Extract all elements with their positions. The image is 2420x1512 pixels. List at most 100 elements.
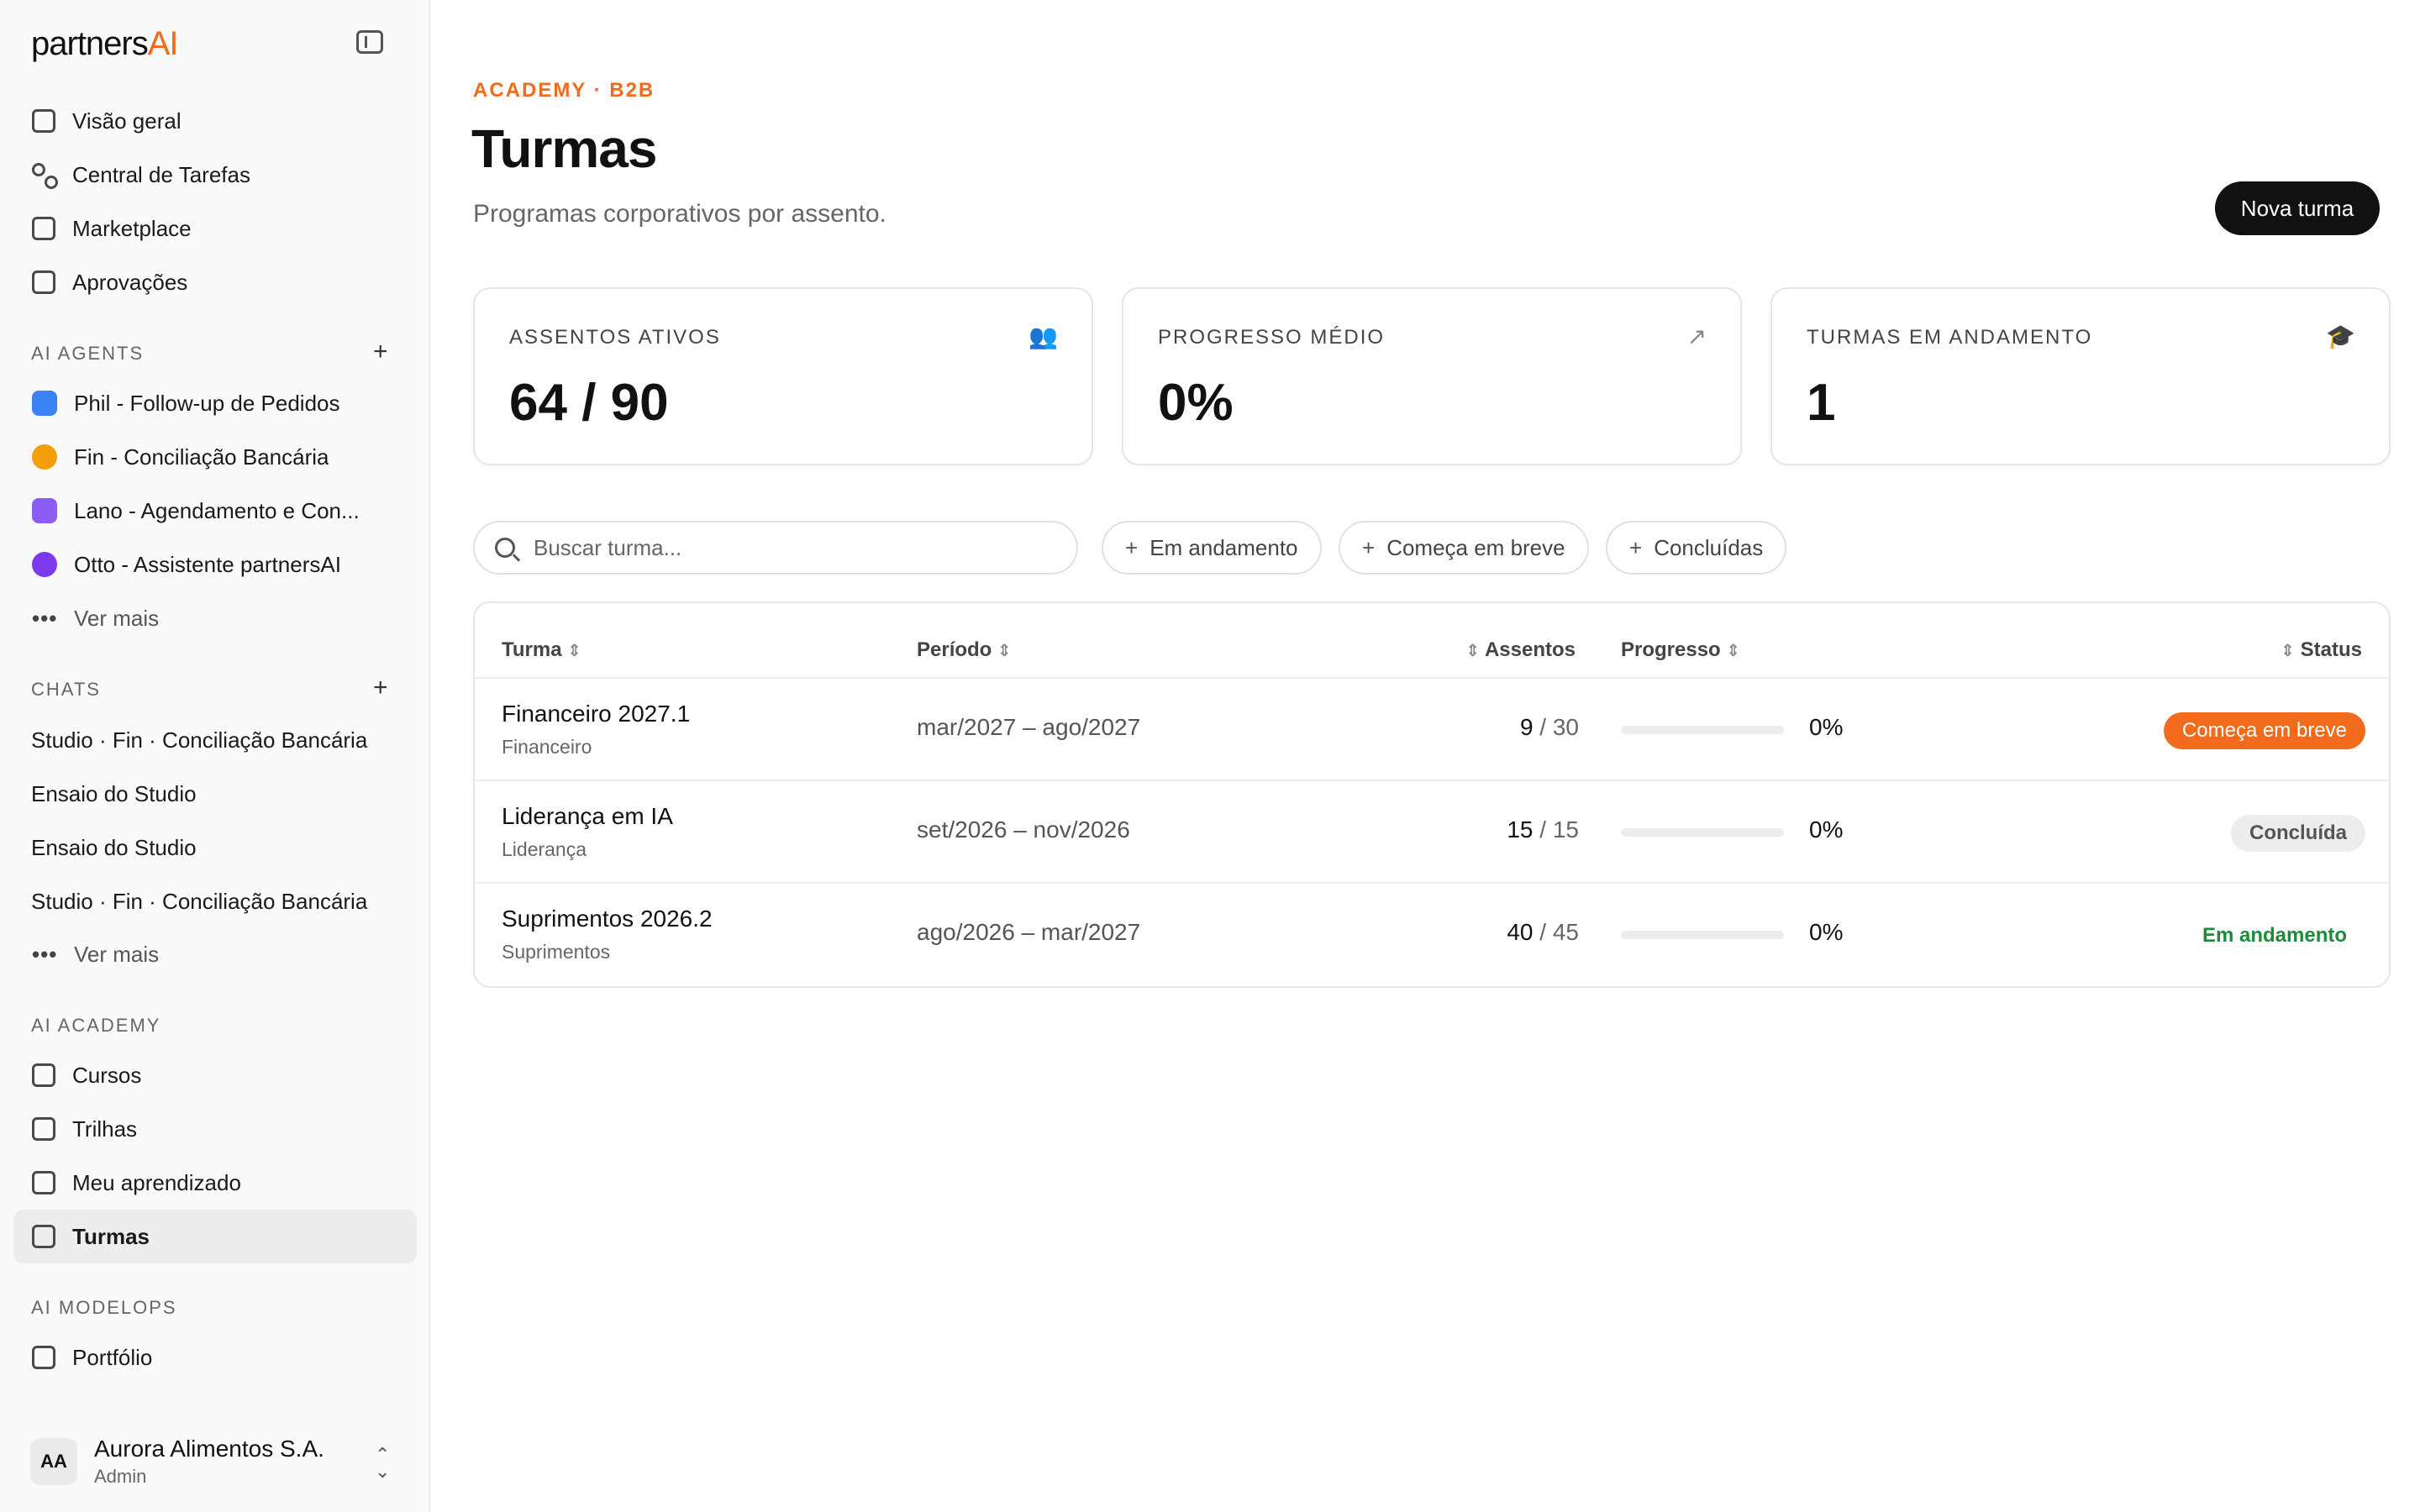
chats-see-more[interactable]: ••• Ver mais: [13, 927, 417, 981]
chip-label: Em andamento: [1150, 534, 1298, 560]
class-period: set/2026 – nov/2026: [917, 816, 1130, 843]
stat-label: ASSENTOS ATIVOS: [509, 326, 721, 349]
status-badge: Em andamento: [2202, 924, 2347, 947]
class-name: Suprimentos 2026.2: [502, 906, 713, 932]
class-name: Liderança em IA: [502, 803, 673, 829]
add-agent-icon[interactable]: +: [373, 339, 388, 365]
sort-icon: ⇕: [1726, 642, 1741, 660]
page-subtitle: Programas corporativos por assento.: [473, 200, 886, 228]
sort-icon: ⇕: [567, 642, 582, 660]
status-badge: Começa em breve: [2163, 712, 2365, 749]
account-switcher[interactable]: AA Aurora Alimentos S.A. Admin ⌃ ⌄: [13, 1428, 417, 1495]
store-icon: [32, 217, 55, 240]
page-title: Turmas: [471, 118, 657, 179]
main-content: ACADEMY · B2B Turmas Programas corporati…: [430, 0, 2420, 1512]
robot-avatar-icon: [32, 391, 57, 416]
add-chat-icon[interactable]: +: [373, 675, 388, 701]
filter-chip-completed[interactable]: + Concluídas: [1606, 521, 1787, 575]
sidebar-item-label: Portfólio: [72, 1344, 153, 1370]
sidebar-item-portfolio[interactable]: Portfólio: [13, 1331, 417, 1384]
stat-label: PROGRESSO MÉDIO: [1158, 326, 1386, 349]
sidebar-agent-otto[interactable]: Otto - Assistente partnersAI: [13, 538, 417, 591]
section-title-agents: AI AGENTS: [31, 343, 145, 364]
status-badge: Concluída: [2230, 815, 2365, 852]
filter-chip-starting-soon[interactable]: + Começa em breve: [1339, 521, 1589, 575]
more-dots-icon: •••: [32, 605, 58, 631]
table-row[interactable]: Liderança em IA Liderança set/2026 – nov…: [475, 780, 2389, 882]
stat-card-ongoing: TURMAS EM ANDAMENTO 1 🎓: [1770, 287, 2391, 465]
agents-see-more[interactable]: ••• Ver mais: [13, 591, 417, 645]
sidebar-agent-fin[interactable]: Fin - Conciliação Bancária: [13, 430, 417, 484]
search-input[interactable]: [534, 534, 1038, 561]
stat-value: 64 / 90: [509, 374, 669, 432]
search-box[interactable]: [473, 521, 1078, 575]
stat-value: 0%: [1158, 374, 1234, 432]
plus-icon: +: [1125, 534, 1139, 560]
school-icon: [32, 1225, 55, 1248]
section-title-chats: CHATS: [31, 679, 101, 700]
sidebar-item-label: Lano - Agendamento e Con...: [74, 497, 360, 523]
sidebar-item-aprovacoes[interactable]: Aprovações: [13, 255, 417, 309]
sidebar-agent-phil[interactable]: Phil - Follow-up de Pedidos: [13, 376, 417, 430]
filter-chip-ongoing[interactable]: + Em andamento: [1102, 521, 1322, 575]
stat-card-progress: PROGRESSO MÉDIO 0% ↗: [1122, 287, 1742, 465]
chat-item[interactable]: Ensaio do Studio: [31, 835, 197, 861]
new-class-button[interactable]: Nova turma: [2215, 181, 2380, 235]
column-header-progresso[interactable]: Progresso ⇕: [1621, 638, 1740, 662]
column-header-turma[interactable]: Turma ⇕: [502, 638, 581, 662]
sidebar-item-trilhas[interactable]: Trilhas: [13, 1102, 417, 1156]
column-header-status[interactable]: ⇕ Status: [2281, 638, 2362, 662]
more-dots-icon: •••: [32, 941, 58, 967]
section-title-modelops: AI MODELOPS: [31, 1297, 177, 1318]
class-period: mar/2027 – ago/2027: [917, 714, 1141, 740]
sidebar-item-label: Central de Tarefas: [72, 161, 250, 187]
chip-label: Começa em breve: [1386, 534, 1565, 560]
sidebar-item-label: Cursos: [72, 1062, 142, 1088]
progress-bar: [1621, 726, 1784, 734]
section-title-academy: AI ACADEMY: [31, 1015, 161, 1036]
plus-icon: +: [1362, 534, 1376, 560]
column-header-assentos[interactable]: ⇕ Assentos: [1465, 638, 1576, 662]
signpost-icon: [32, 1117, 55, 1141]
robot-avatar-icon: [32, 498, 57, 523]
sidebar-toggle-icon[interactable]: [356, 30, 383, 54]
sidebar-item-cursos[interactable]: Cursos: [13, 1048, 417, 1102]
brand-logo[interactable]: partnersAI: [31, 25, 179, 63]
sidebar-item-central-de-tarefas[interactable]: Central de Tarefas: [13, 148, 417, 202]
avatar: AA: [30, 1438, 77, 1485]
table-row[interactable]: Financeiro 2027.1 Financeiro mar/2027 – …: [475, 677, 2389, 780]
class-seats: 40 / 45: [1507, 919, 1579, 945]
table-row[interactable]: Suprimentos 2026.2 Suprimentos ago/2026 …: [475, 882, 2389, 984]
see-more-label: Ver mais: [74, 605, 160, 631]
progress-bar: [1621, 828, 1784, 837]
graduation-cap-icon: [32, 1063, 55, 1087]
chat-item[interactable]: Ensaio do Studio: [31, 781, 197, 807]
robot-avatar-icon: [32, 552, 57, 577]
sidebar-item-label: Turmas: [72, 1223, 150, 1249]
plus-icon: +: [1629, 534, 1643, 560]
sidebar-agent-lano[interactable]: Lano - Agendamento e Con...: [13, 484, 417, 538]
class-area: Liderança: [502, 838, 587, 860]
sort-icon: ⇕: [2281, 642, 2295, 660]
home-icon: [32, 109, 55, 133]
sidebar-item-label: Marketplace: [72, 215, 192, 241]
sidebar-item-turmas[interactable]: Turmas: [13, 1210, 417, 1263]
sidebar-item-visao-geral[interactable]: Visão geral: [13, 94, 417, 148]
chat-item[interactable]: Studio · Fin · Conciliação Bancária: [31, 727, 367, 753]
sidebar: partnersAI Visão geral Central de Tarefa…: [0, 0, 430, 1512]
page-eyebrow: ACADEMY · B2B: [473, 79, 655, 102]
class-seats: 9 / 30: [1519, 714, 1579, 740]
sidebar-item-meu-aprendizado[interactable]: Meu aprendizado: [13, 1156, 417, 1210]
classes-table: Turma ⇕ Período ⇕ ⇕ Assentos Progresso ⇕…: [473, 601, 2391, 988]
chip-label: Concluídas: [1654, 534, 1764, 560]
class-period: ago/2026 – mar/2027: [917, 919, 1141, 945]
trending-up-icon: ↗: [1686, 323, 1707, 349]
sort-icon: ⇕: [997, 642, 1012, 660]
sidebar-item-marketplace[interactable]: Marketplace: [13, 202, 417, 255]
chat-item[interactable]: Studio · Fin · Conciliação Bancária: [31, 889, 367, 915]
column-header-periodo[interactable]: Período ⇕: [917, 638, 1012, 662]
search-icon: [495, 538, 515, 558]
progress-label: 0%: [1809, 714, 1844, 740]
progress-label: 0%: [1809, 816, 1844, 843]
robot-avatar-icon: [32, 444, 57, 470]
